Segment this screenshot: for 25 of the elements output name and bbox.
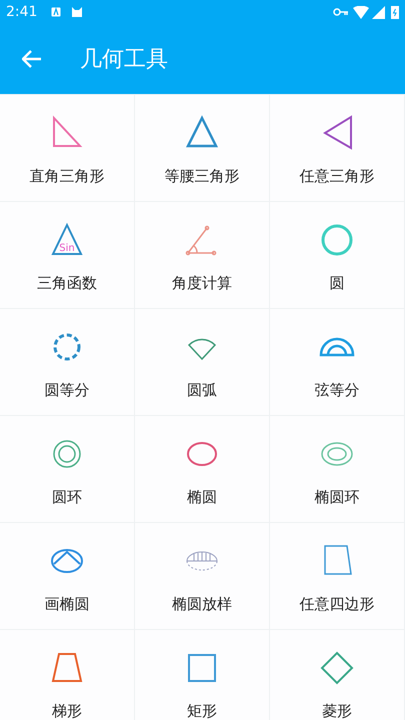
tool-tile[interactable]: 椭圆 xyxy=(135,416,270,523)
tool-tile[interactable]: 等腰三角形 xyxy=(135,95,270,202)
wifi-icon xyxy=(353,6,369,18)
signal-icon xyxy=(372,6,385,18)
tool-tile[interactable]: 画椭圆 xyxy=(0,523,135,630)
back-arrow-icon xyxy=(22,50,42,68)
app-title: 几何工具 xyxy=(80,46,168,74)
tool-tile[interactable]: 圆等分 xyxy=(0,309,135,416)
battery-icon xyxy=(391,5,399,19)
tool-tile[interactable]: 角度计算 xyxy=(135,202,270,309)
key-icon xyxy=(333,8,349,16)
tool-tile[interactable]: 任意四边形 xyxy=(270,523,405,630)
tool-tile[interactable]: 椭圆环 xyxy=(270,416,405,523)
notification-icon xyxy=(51,7,62,17)
tool-tile[interactable]: 椭圆放样 xyxy=(135,523,270,630)
status-time: 2:41 xyxy=(6,2,38,22)
tool-tile[interactable]: 圆环 xyxy=(0,416,135,523)
protractor-icon xyxy=(319,337,355,357)
tool-tile[interactable]: Sin 三角函数 xyxy=(0,202,135,309)
cat-icon xyxy=(71,6,84,18)
tool-tile[interactable]: 直角三角形 xyxy=(0,95,135,202)
tool-tile[interactable]: 弦等分 xyxy=(270,309,405,416)
tool-tile[interactable]: 圆弧 xyxy=(135,309,270,416)
tool-tile[interactable]: 任意三角形 xyxy=(270,95,405,202)
tool-tile[interactable]: 圆 xyxy=(270,202,405,309)
